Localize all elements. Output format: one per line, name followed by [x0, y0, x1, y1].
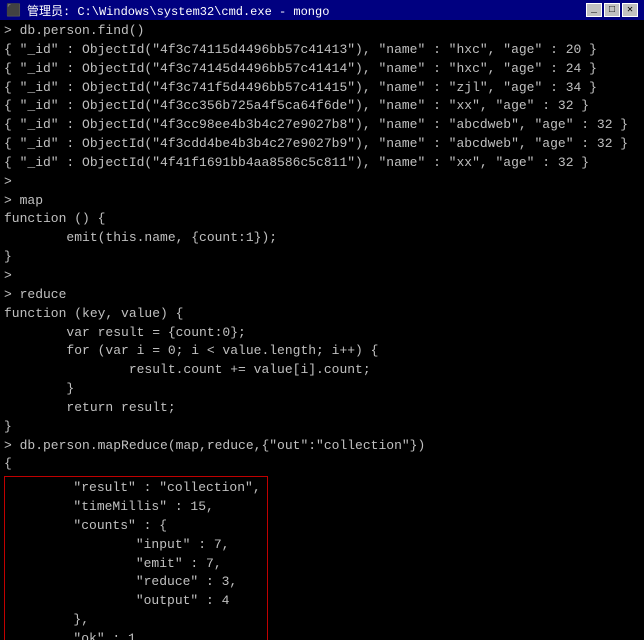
terminal-line: >: [4, 173, 640, 192]
title-bar-left: ⬛ 管理员: C:\Windows\system32\cmd.exe - mon…: [6, 2, 329, 19]
terminal-line: { "_id" : ObjectId("4f3c74115d4496bb57c4…: [4, 41, 640, 60]
terminal-line: > db.person.find(): [4, 22, 640, 41]
result-box-line: "input" : 7,: [11, 536, 261, 555]
minimize-button[interactable]: _: [586, 3, 602, 17]
terminal-line: { "_id" : ObjectId("4f3cc356b725a4f5ca64…: [4, 97, 640, 116]
terminal-line: function () {: [4, 210, 640, 229]
terminal-line: }: [4, 380, 640, 399]
terminal-line: > map: [4, 192, 640, 211]
terminal-line: >: [4, 267, 640, 286]
terminal-line: { "_id" : ObjectId("4f41f1691bb4aa8586c5…: [4, 154, 640, 173]
terminal-line: }: [4, 418, 640, 437]
result-box-line: "counts" : {: [11, 517, 261, 536]
maximize-button[interactable]: □: [604, 3, 620, 17]
terminal-line: { "_id" : ObjectId("4f3c741f5d4496bb57c4…: [4, 79, 640, 98]
terminal-line: { "_id" : ObjectId("4f3cdd4be4b3b4c27e90…: [4, 135, 640, 154]
terminal-line: function (key, value) {: [4, 305, 640, 324]
terminal-line: > db.person.mapReduce(map,reduce,{"out":…: [4, 437, 640, 456]
window-title: 管理员: C:\Windows\system32\cmd.exe - mongo: [27, 2, 329, 19]
terminal-line: var result = {count:0};: [4, 324, 640, 343]
result-box-line: "ok" : 1,: [11, 630, 261, 640]
close-button[interactable]: ✕: [622, 3, 638, 17]
result-box-line: "emit" : 7,: [11, 555, 261, 574]
result-box-line: "timeMillis" : 15,: [11, 498, 261, 517]
terminal-line: {: [4, 455, 640, 474]
terminal-line: emit(this.name, {count:1});: [4, 229, 640, 248]
title-bar: ⬛ 管理员: C:\Windows\system32\cmd.exe - mon…: [0, 0, 644, 20]
terminal-line: return result;: [4, 399, 640, 418]
terminal-line: { "_id" : ObjectId("4f3c74145d4496bb57c4…: [4, 60, 640, 79]
result-box-line: "result" : "collection",: [11, 479, 261, 498]
result-box-line: },: [11, 611, 261, 630]
terminal-line: { "_id" : ObjectId("4f3cc98ee4b3b4c27e90…: [4, 116, 640, 135]
cmd-icon: ⬛: [6, 3, 21, 18]
terminal-output: > db.person.find(){ "_id" : ObjectId("4f…: [0, 20, 644, 640]
result-box-line: "reduce" : 3,: [11, 573, 261, 592]
terminal-line: result.count += value[i].count;: [4, 361, 640, 380]
result-box-line: "output" : 4: [11, 592, 261, 611]
result-box: "result" : "collection", "timeMillis" : …: [4, 476, 268, 640]
terminal-line: }: [4, 248, 640, 267]
terminal-line: > reduce: [4, 286, 640, 305]
title-bar-controls: _ □ ✕: [586, 3, 638, 17]
terminal-line: for (var i = 0; i < value.length; i++) {: [4, 342, 640, 361]
